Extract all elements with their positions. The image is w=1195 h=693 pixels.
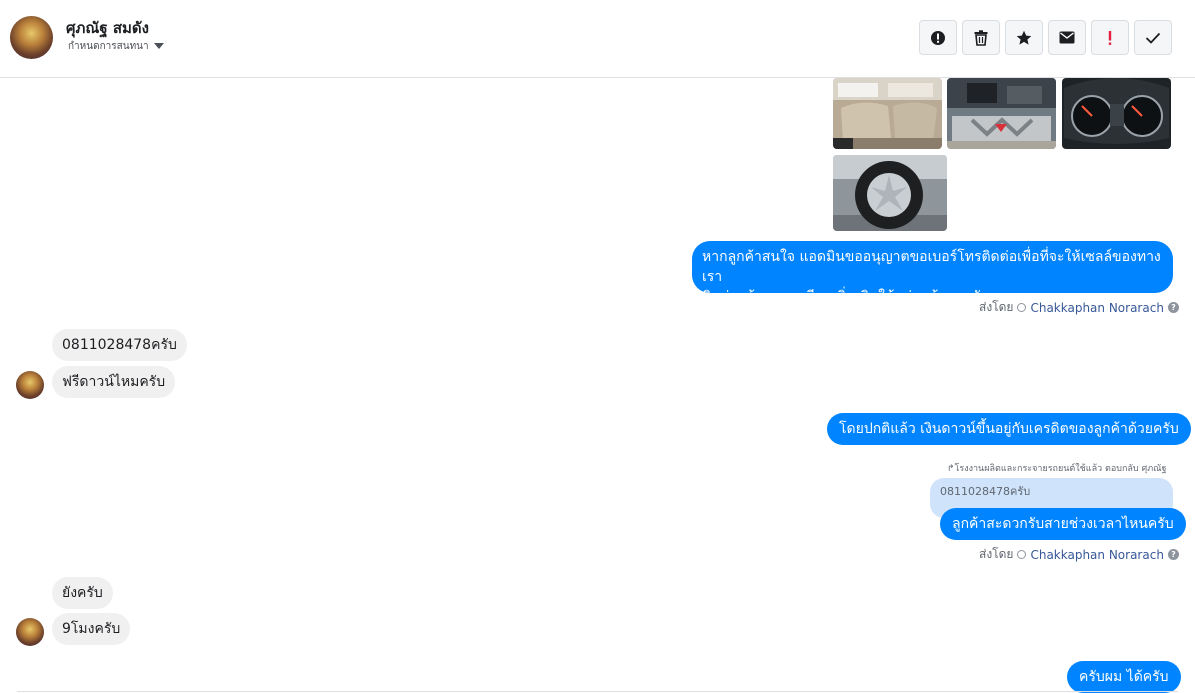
outgoing-message[interactable]: โดยปกติแล้ว เงินดาวน์ขึ้นอยู่กับเครดิตขอ… xyxy=(827,413,1191,445)
reply-context-label: ↱โรงงานผลิตและกระจายรถยนต์ใช้แล้ว ตอบกลั… xyxy=(947,461,1166,475)
star-icon xyxy=(1016,30,1032,45)
checkmark-icon xyxy=(1145,32,1161,44)
sent-by-prefix: ส่งโดย xyxy=(979,300,1014,314)
verified-check-icon xyxy=(1017,303,1027,312)
exclamation-icon xyxy=(1108,30,1112,45)
photo-image xyxy=(947,78,1056,149)
photo-image xyxy=(833,155,947,231)
envelope-icon xyxy=(1059,31,1075,44)
trash-icon xyxy=(974,29,988,46)
photo-image xyxy=(833,78,942,149)
message-text-line: หากลูกค้าสนใจ แอดมินขออนุญาตขอเบอร์โทรติ… xyxy=(702,249,1161,285)
photo-image xyxy=(1062,78,1171,149)
reply-context-text: โรงงานผลิตและกระจายรถยนต์ใช้แล้ว ตอบกลับ… xyxy=(954,464,1167,474)
star-button[interactable] xyxy=(1005,20,1043,55)
mark-unread-button[interactable] xyxy=(1048,20,1086,55)
mark-done-button[interactable] xyxy=(1134,20,1172,55)
sent-by-label: ส่งโดย Chakkaphan Norarach ? xyxy=(979,298,1179,317)
alert-circle-icon xyxy=(931,30,945,45)
contact-avatar[interactable] xyxy=(10,16,53,59)
incoming-message[interactable]: 0811028478ครับ xyxy=(52,329,187,361)
mark-spam-button[interactable] xyxy=(919,20,957,55)
conversation-header: ศุภณัฐ สมดัง กำหนดการสนทนา xyxy=(0,0,1195,78)
conversation-settings-label[interactable]: กำหนดการสนทนา xyxy=(68,39,149,54)
photo-engine-bay[interactable] xyxy=(947,78,1056,149)
incoming-message[interactable]: 9โมงครับ xyxy=(52,613,131,645)
sent-by-prefix: ส่งโดย xyxy=(979,547,1014,561)
photo-dashboard-gauges[interactable] xyxy=(1062,78,1171,149)
contact-name[interactable]: ศุภณัฐ สมดัง xyxy=(66,16,149,40)
reply-arrow-icon: ↱ xyxy=(947,464,955,474)
contact-avatar-small[interactable] xyxy=(16,618,44,646)
outgoing-message[interactable]: หากลูกค้าสนใจ แอดมินขออนุญาตขอเบอร์โทรติ… xyxy=(692,241,1173,305)
delete-button[interactable] xyxy=(962,20,1000,55)
agent-name-link[interactable]: Chakkaphan Norarach xyxy=(1030,548,1163,562)
contact-avatar-small[interactable] xyxy=(16,371,44,399)
verified-check-icon xyxy=(1017,550,1027,559)
help-icon[interactable]: ? xyxy=(1167,549,1179,560)
follow-up-button[interactable] xyxy=(1091,20,1129,55)
chevron-down-icon[interactable] xyxy=(154,43,164,49)
help-icon[interactable]: ? xyxy=(1167,302,1179,313)
photo-wheel[interactable] xyxy=(833,155,947,231)
sent-by-label: ส่งโดย Chakkaphan Norarach ? xyxy=(979,545,1179,564)
incoming-message[interactable]: ฟรีดาวน์ไหมครับ xyxy=(52,366,176,398)
incoming-message[interactable]: ยังครับ xyxy=(52,577,113,609)
outgoing-message[interactable]: ครับผม ได้ครับ xyxy=(1067,661,1181,693)
agent-name-link[interactable]: Chakkaphan Norarach xyxy=(1030,301,1163,315)
outgoing-message[interactable]: ลูกค้าสะดวกรับสายช่วงเวลาไหนครับ xyxy=(940,508,1186,540)
photo-car-rear-seats[interactable] xyxy=(833,78,942,149)
message-thread[interactable]: หากลูกค้าสนใจ แอดมินขออนุญาตขอเบอร์โทรติ… xyxy=(0,78,1195,693)
composer-divider xyxy=(17,691,1178,692)
